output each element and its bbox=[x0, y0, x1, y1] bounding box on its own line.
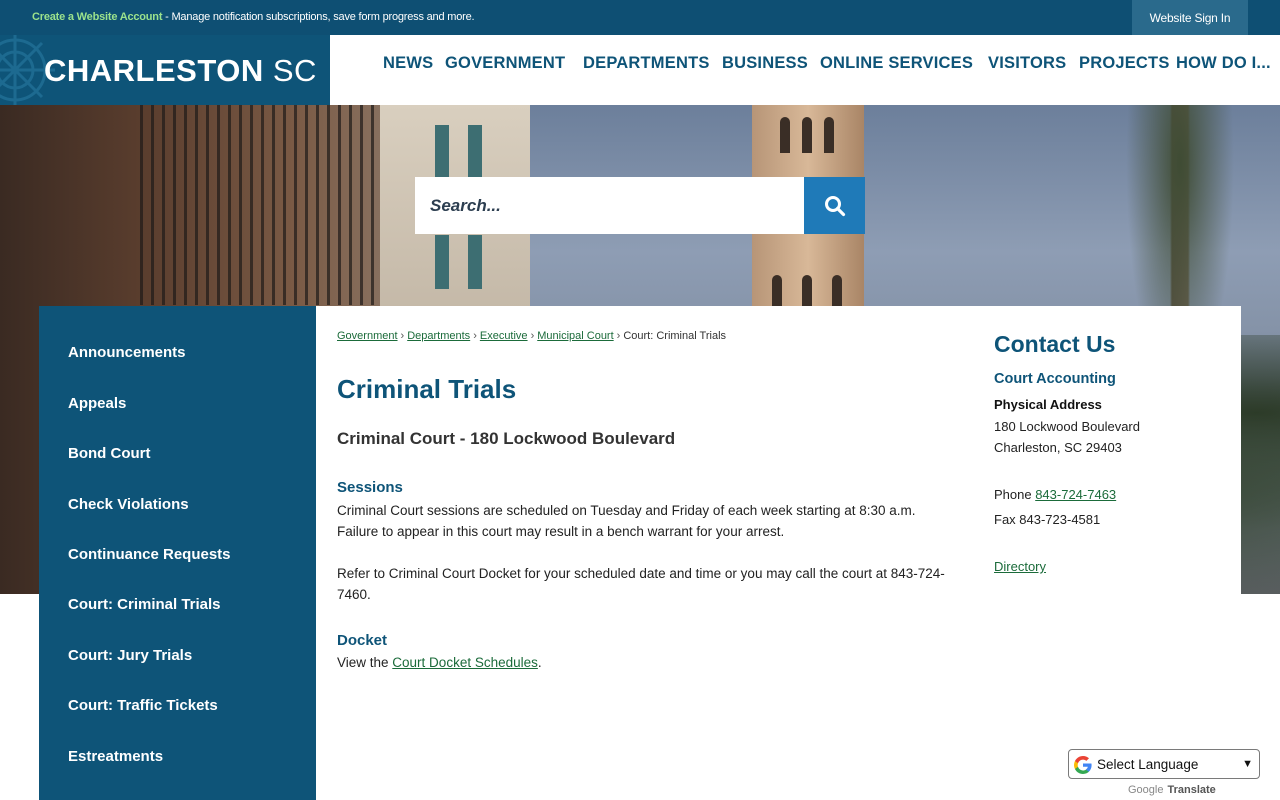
breadcrumb-government[interactable]: Government bbox=[337, 330, 398, 342]
utility-bar: Create a Website Account - Manage notifi… bbox=[0, 0, 1280, 35]
select-language-label: Select Language bbox=[1097, 757, 1199, 772]
nav-projects[interactable]: PROJECTS bbox=[1079, 54, 1170, 73]
sidebar-item-appeals[interactable]: Appeals bbox=[68, 395, 126, 412]
sidebar-item-criminal-trials[interactable]: Court: Criminal Trials bbox=[68, 596, 221, 613]
main-navigation: NEWS GOVERNMENT DEPARTMENTS BUSINESS ONL… bbox=[0, 35, 1280, 105]
sidebar-item-announcements[interactable]: Announcements bbox=[68, 344, 186, 361]
nav-departments[interactable]: DEPARTMENTS bbox=[583, 54, 710, 73]
sidebar-item-traffic-tickets[interactable]: Court: Traffic Tickets bbox=[68, 697, 218, 714]
chevron-down-icon: ▼ bbox=[1242, 758, 1253, 770]
address-line-1: 180 Lockwood Boulevard bbox=[994, 419, 1140, 434]
docket-text: View the Court Docket Schedules. bbox=[337, 655, 542, 670]
nav-online-services[interactable]: ONLINE SERVICES bbox=[820, 54, 973, 73]
nav-visitors[interactable]: VISITORS bbox=[988, 54, 1066, 73]
contact-heading: Contact Us bbox=[994, 331, 1116, 357]
directory-link[interactable]: Directory bbox=[994, 559, 1046, 574]
sidebar-item-continuance-requests[interactable]: Continuance Requests bbox=[68, 546, 231, 563]
nav-news[interactable]: NEWS bbox=[383, 54, 433, 73]
create-account-description: - Manage notification subscriptions, sav… bbox=[162, 11, 475, 23]
contact-fax: Fax 843-723-4581 bbox=[994, 512, 1101, 527]
phone-link[interactable]: 843-724-7463 bbox=[1035, 487, 1116, 502]
court-docket-schedules-link[interactable]: Court Docket Schedules bbox=[392, 655, 538, 670]
breadcrumb-executive[interactable]: Executive bbox=[480, 330, 528, 342]
address-label: Physical Address bbox=[994, 397, 1102, 412]
sessions-text: Criminal Court sessions are scheduled on… bbox=[337, 503, 916, 539]
powered-by-google-translate[interactable]: Google Translate bbox=[1128, 784, 1216, 796]
contact-department: Court Accounting bbox=[994, 371, 1116, 387]
docket-info-text: Refer to Criminal Court Docket for your … bbox=[337, 566, 945, 602]
breadcrumb-municipal-court[interactable]: Municipal Court bbox=[537, 330, 613, 342]
hero-balcony bbox=[140, 105, 400, 305]
site-header: CHARLESTON SC NEWS GOVERNMENT DEPARTMENT… bbox=[0, 35, 1280, 105]
contact-phone: Phone 843-724-7463 bbox=[994, 487, 1117, 502]
google-g-icon bbox=[1074, 756, 1092, 774]
nav-how-do-i[interactable]: HOW DO I... bbox=[1176, 54, 1271, 73]
website-sign-in-button[interactable]: Website Sign In bbox=[1132, 0, 1248, 35]
nav-government[interactable]: GOVERNMENT bbox=[445, 54, 565, 73]
sidebar-item-bond-court[interactable]: Bond Court bbox=[68, 445, 150, 462]
sidebar-item-jury-trials[interactable]: Court: Jury Trials bbox=[68, 647, 192, 664]
sessions-heading: Sessions bbox=[337, 479, 403, 496]
contact-directory: Directory bbox=[994, 559, 1046, 574]
breadcrumb: Government › Departments › Executive › Municip… bbox=[337, 330, 727, 342]
docket-heading: Docket bbox=[337, 632, 388, 649]
create-account-link[interactable]: Create a Website Account bbox=[32, 11, 162, 23]
address-line-2: Charleston, SC 29403 bbox=[994, 440, 1122, 455]
nav-business[interactable]: BUSINESS bbox=[722, 54, 808, 73]
page-title: Criminal Trials bbox=[337, 374, 517, 404]
breadcrumb-current: Court: Criminal Trials bbox=[623, 330, 727, 342]
search-icon bbox=[824, 195, 845, 216]
page-subtitle: Criminal Court - 180 Lockwood Boulevard bbox=[337, 429, 676, 448]
site-search bbox=[415, 177, 865, 234]
account-promo: Create a Website Account - Manage notifi… bbox=[32, 11, 475, 23]
section-sidebar: Announcements Appeals Bond Court Check V… bbox=[39, 306, 316, 800]
main-content: Government › Departments › Executive › Municip… bbox=[316, 306, 1241, 800]
sidebar-item-check-violations[interactable]: Check Violations bbox=[68, 496, 189, 513]
language-select[interactable]: Select Language ▼ bbox=[1068, 749, 1260, 779]
breadcrumb-departments[interactable]: Departments bbox=[407, 330, 470, 342]
sidebar-item-estreatments[interactable]: Estreatments bbox=[68, 748, 163, 765]
search-input[interactable] bbox=[415, 177, 804, 234]
search-button[interactable] bbox=[804, 177, 865, 234]
